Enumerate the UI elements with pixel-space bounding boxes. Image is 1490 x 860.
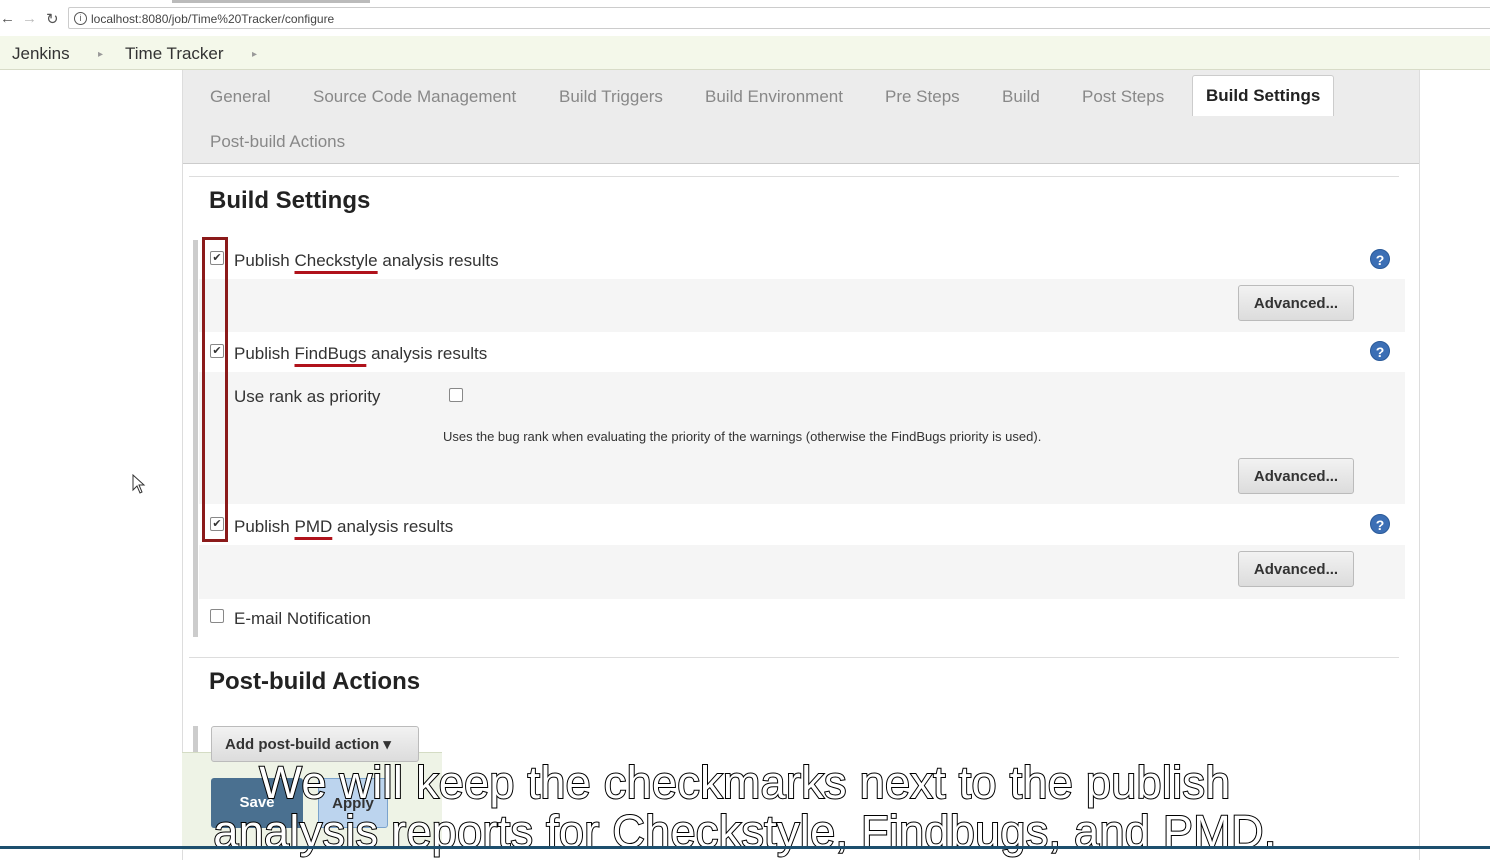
findbugs-advanced-button[interactable]: Advanced... (1238, 458, 1354, 494)
findbugs-label: Publish FindBugs analysis results (234, 344, 488, 363)
tab-pre-steps[interactable]: Pre Steps (885, 87, 960, 107)
breadcrumb-separator-icon[interactable]: ▸ (252, 49, 257, 60)
email-notification-label: E-mail Notification (234, 609, 371, 628)
email-notification-checkbox[interactable] (210, 609, 224, 623)
tab-build-environment[interactable]: Build Environment (705, 87, 843, 107)
caption-line-1: We will keep the checkmarks next to the … (258, 757, 1231, 808)
use-rank-description: Uses the bug rank when evaluating the pr… (443, 429, 1042, 444)
browser-address-bar: ← → ↻ localhost:8080/job/Time%20Tracker/… (0, 0, 1490, 37)
post-build-actions-title: Post-build Actions (209, 668, 421, 695)
tab-post-steps[interactable]: Post Steps (1082, 87, 1164, 107)
checkbox-highlight-box (202, 237, 228, 542)
url-field[interactable]: localhost:8080/job/Time%20Tracker/config… (68, 7, 1490, 29)
pmd-tool-name: PMD (294, 517, 333, 536)
findbugs-tool-name: FindBugs (294, 344, 367, 363)
tab-build-settings[interactable]: Build Settings (1192, 75, 1335, 116)
dropdown-caret-icon: ▾ (383, 736, 391, 753)
section-left-bar (193, 240, 198, 637)
pmd-help-icon[interactable]: ? (1370, 514, 1390, 534)
section-divider (189, 176, 1399, 177)
use-rank-label: Use rank as priority (234, 387, 381, 406)
pmd-advanced-button[interactable]: Advanced... (1238, 551, 1354, 587)
checkstyle-help-icon[interactable]: ? (1370, 249, 1390, 269)
pmd-label: Publish PMD analysis results (234, 517, 454, 536)
browser-tab-indicator (172, 0, 370, 3)
section-divider (189, 657, 1399, 658)
checkstyle-advanced-button[interactable]: Advanced... (1238, 285, 1354, 321)
breadcrumb-time-tracker[interactable]: Time Tracker (125, 44, 224, 64)
tab-source-code-management[interactable]: Source Code Management (313, 87, 516, 107)
checkstyle-subpanel (199, 279, 1405, 332)
mouse-cursor-icon (132, 474, 146, 494)
breadcrumb-jenkins[interactable]: Jenkins (12, 44, 70, 64)
build-settings-title: Build Settings (209, 187, 371, 214)
tab-post-build-actions[interactable]: Post-build Actions (210, 132, 345, 152)
tab-build-triggers[interactable]: Build Triggers (559, 87, 663, 107)
back-icon[interactable]: ← (0, 10, 15, 27)
checkstyle-label: Publish Checkstyle analysis results (234, 251, 499, 270)
breadcrumb: Jenkins ▸ Time Tracker ▸ (0, 36, 1490, 70)
pmd-subpanel (199, 545, 1405, 599)
findbugs-help-icon[interactable]: ? (1370, 341, 1390, 361)
breadcrumb-separator-icon[interactable]: ▸ (98, 49, 103, 60)
use-rank-checkbox[interactable] (449, 388, 463, 402)
info-icon[interactable]: i (74, 12, 87, 25)
checkstyle-tool-name: Checkstyle (294, 251, 378, 270)
tab-general[interactable]: General (210, 87, 270, 107)
forward-icon[interactable]: → (22, 10, 37, 27)
reload-icon[interactable]: ↻ (46, 10, 59, 28)
video-caption: We will keep the checkmarks next to the … (0, 757, 1490, 857)
config-tab-bar: General Source Code Management Build Tri… (183, 70, 1419, 164)
tab-build[interactable]: Build (1002, 87, 1040, 107)
